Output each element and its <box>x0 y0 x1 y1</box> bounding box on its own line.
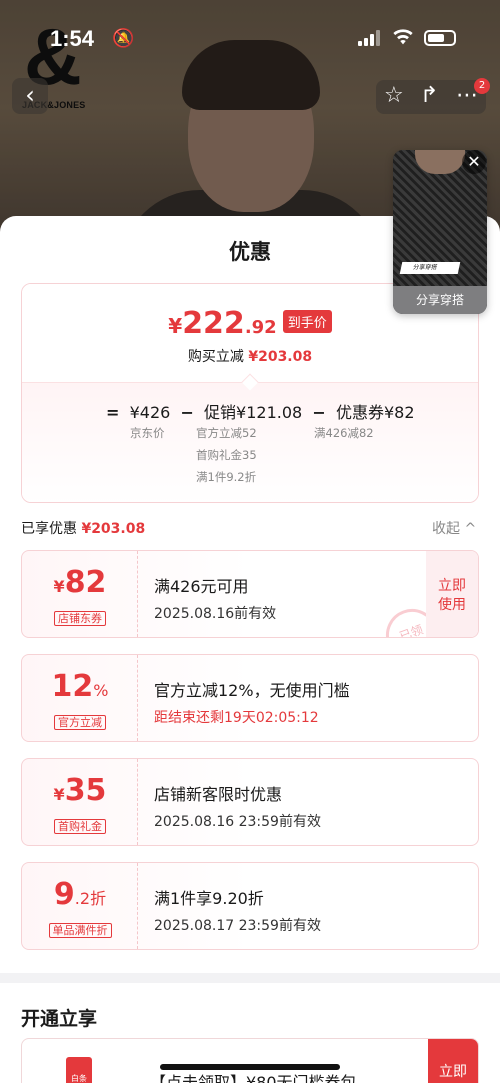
coupon-amount: 35 <box>64 773 107 808</box>
promo-item: 官方立减52 <box>196 426 257 440</box>
promo-item: 满1件9.2折 <box>196 470 257 484</box>
coupon-suffix: .2折 <box>74 889 107 908</box>
coupon-tag-text: 店铺东券 <box>54 611 106 626</box>
coupon-validity: 2025.08.16前有效 <box>154 606 277 622</box>
formula-minus: − <box>312 403 326 422</box>
coupon-value: ¥35 <box>22 773 138 808</box>
price-integer: 222 <box>182 306 245 341</box>
reduce-amount: ¥203.08 <box>248 349 313 365</box>
coupon-tag: 首购礼金 <box>22 815 138 834</box>
formula-jd-price: ¥426 <box>129 403 171 422</box>
status-time: 1:54 <box>50 26 95 51</box>
back-icon: ‹ <box>25 81 35 109</box>
summary-breakdown: = ¥426 − 促销¥121.08 − 优惠券¥82 京东价 官方立减52 首… <box>22 382 478 502</box>
coupon-detail: 满426减82 <box>314 426 374 440</box>
formula-promo: 促销¥121.08 <box>204 403 303 422</box>
star-icon[interactable]: ☆ <box>384 83 404 108</box>
price-summary-card: ¥222.92 到手价 购买立减 ¥203.08 = ¥426 − 促销¥121.… <box>21 283 479 503</box>
promo-item: 首购礼金35 <box>196 448 257 462</box>
enjoyed-label: 已享优惠 <box>21 521 77 537</box>
coupon-tag: 店铺东券 <box>22 607 138 626</box>
coupon-value-block: ¥35 首购礼金 <box>22 759 138 845</box>
share-outfit-card[interactable]: 分享穿搭 分享穿搭 <box>393 150 487 314</box>
coupon-card: 12% 官方立减 官方立减12%，无使用门槛 距结束还剩19天02:05:12 <box>21 654 479 742</box>
formula-minus: − <box>180 403 194 422</box>
share-mini-tag: 分享穿搭 <box>399 262 461 274</box>
coupon-value-block: 12% 官方立减 <box>22 655 138 741</box>
coupon-validity: 2025.08.16 23:59前有效 <box>154 814 321 830</box>
coupon-condition: 满426元可用 <box>154 577 249 596</box>
coupon-tag: 单品满件折 <box>22 919 138 938</box>
cart-badge: 2 <box>474 78 490 94</box>
price-decimal: .92 <box>244 317 277 338</box>
coupon-value: 12% <box>22 669 138 704</box>
coupon-amount: 82 <box>64 565 107 600</box>
formula-equals: = <box>106 403 120 422</box>
price-formula: = ¥426 − 促销¥121.08 − 优惠券¥82 <box>106 399 415 423</box>
enjoyed-discount: 已享优惠 ¥203.08 <box>21 518 145 538</box>
jd-price-label: 京东价 <box>130 426 165 440</box>
coupon-value-block: 9.2折 单品满件折 <box>22 863 138 949</box>
baitiao-icon-text: 白条 <box>71 1074 87 1083</box>
reduce-label: 购买立减 <box>187 349 244 365</box>
coupon-value: ¥82 <box>22 565 138 600</box>
collapse-toggle[interactable]: 收起 ^ <box>432 518 476 538</box>
coupon-value: 9.2折 <box>22 877 138 912</box>
bell-mute-icon: 🔕 <box>112 28 135 49</box>
coupon-value-block: ¥82 店铺东券 <box>22 551 138 637</box>
baitiao-icon: 白条 <box>66 1057 92 1083</box>
coupon-card: ¥35 首购礼金 店铺新客限时优惠 2025.08.16 23:59前有效 <box>21 758 479 846</box>
coupon-countdown: 距结束还剩19天02:05:12 <box>154 710 319 726</box>
coupon-condition: 店铺新客限时优惠 <box>154 785 283 804</box>
signal-icon <box>358 30 382 46</box>
close-icon[interactable]: ✕ <box>462 150 486 174</box>
coupon-suffix: % <box>93 681 109 700</box>
price-currency: ¥ <box>168 314 183 338</box>
coupon-tag-text: 首购礼金 <box>54 819 106 834</box>
use-now-button[interactable]: 立即使用 <box>426 551 478 637</box>
reduce-line: 购买立减 ¥203.08 <box>22 346 478 366</box>
battery-icon <box>424 30 456 46</box>
wifi-icon <box>393 29 413 45</box>
back-button[interactable]: ‹ <box>12 78 48 114</box>
coupon-amount: 12 <box>51 669 94 704</box>
coupon-tag: 官方立减 <box>22 711 138 730</box>
open-section-title: 开通立享 <box>21 1008 98 1030</box>
coupon-card: 9.2折 单品满件折 满1件享9.20折 2025.08.17 23:59前有效 <box>21 862 479 950</box>
enjoyed-amount: ¥203.08 <box>81 521 146 537</box>
use-now-label: 立即使用 <box>438 578 466 613</box>
open-offer-card[interactable]: 白条 【点击领取】¥80无门槛券包 立即 <box>21 1038 479 1083</box>
coupon-currency: ¥ <box>53 785 65 804</box>
share-icon[interactable]: ↱ <box>420 83 438 108</box>
discount-sheet: 优惠 ¥222.92 到手价 购买立减 ¥203.08 = ¥426 − 促销¥1… <box>0 216 500 1083</box>
coupon-currency: ¥ <box>53 577 65 596</box>
coupon-tag-text: 单品满件折 <box>48 923 112 938</box>
status-bar: 1:54 🔕 <box>0 20 500 56</box>
coupon-condition: 满1件享9.20折 <box>154 889 264 908</box>
section-divider <box>0 973 500 983</box>
coupon-validity: 2025.08.17 23:59前有效 <box>154 918 321 934</box>
open-offer-text: 【点击领取】¥80无门槛券包 <box>150 1073 357 1083</box>
share-outfit-label[interactable]: 分享穿搭 <box>393 286 487 314</box>
coupon-card[interactable]: ¥82 店铺东券 满426元可用 2025.08.16前有效 已领 立即使用 <box>21 550 479 638</box>
home-indicator[interactable] <box>160 1064 340 1070</box>
coupon-amount: 9 <box>53 877 75 912</box>
coupon-condition: 官方立减12%，无使用门槛 <box>154 681 350 700</box>
open-now-button[interactable]: 立即 <box>428 1039 478 1083</box>
price-tag: 到手价 <box>282 310 332 333</box>
coupon-tag-text: 官方立减 <box>54 715 106 730</box>
formula-coupon: 优惠券¥82 <box>335 403 415 422</box>
header-actions: ☆ ↱ ⋯ <box>376 80 486 114</box>
